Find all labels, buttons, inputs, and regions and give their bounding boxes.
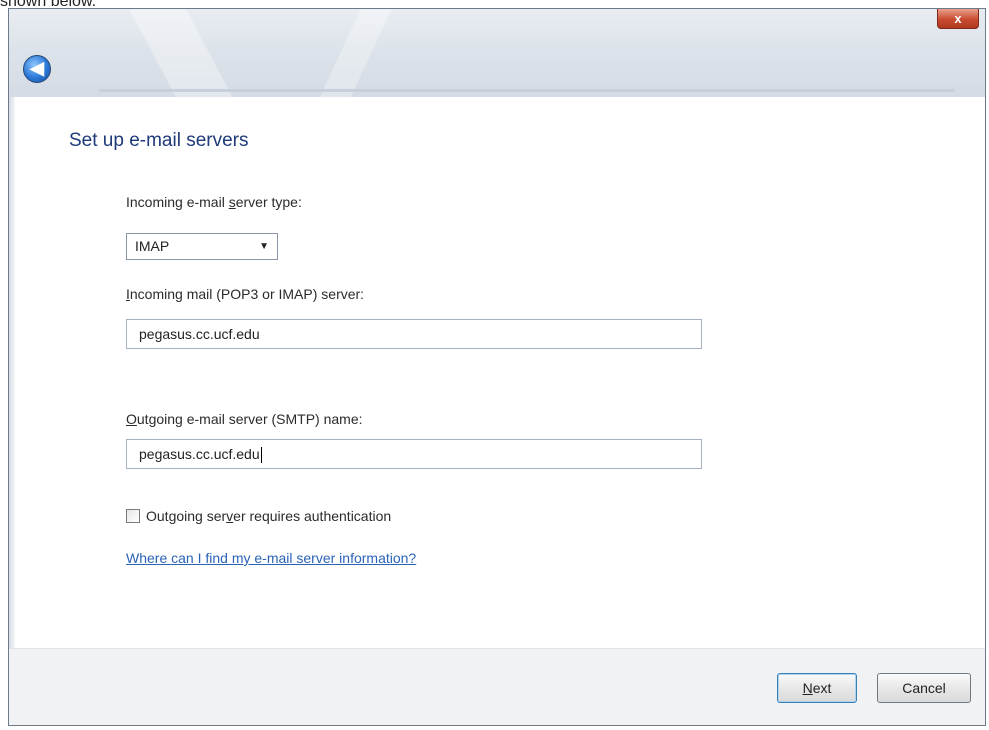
next-label: ext [812, 680, 832, 696]
server-type-select[interactable]: IMAP ▼ [126, 233, 278, 260]
outgoing-label-hotkey: O [126, 411, 137, 427]
cancel-button[interactable]: Cancel [877, 673, 971, 703]
wizard-footer: Next Cancel [9, 648, 985, 725]
wizard-content: Set up e-mail servers Incoming e-mail se… [15, 97, 985, 649]
glass-streak [310, 9, 396, 97]
outgoing-server-value: pegasus.cc.ucf.edu [139, 446, 260, 462]
page-title: Set up e-mail servers [69, 130, 249, 151]
auth-checkbox-label[interactable]: Outgoing server requires authentication [146, 508, 391, 524]
next-button[interactable]: Next [777, 673, 857, 703]
chevron-down-icon: ▼ [259, 241, 269, 252]
server-type-value: IMAP [135, 238, 170, 254]
setup-wizard-window: x ◀ Set up e-mail servers Incoming e-mai… [8, 8, 986, 726]
incoming-label-post: ncoming mail (POP3 or IMAP) server: [129, 286, 365, 302]
server-type-label-post: erver type: [235, 194, 302, 210]
auth-label-post: er requires authentication [233, 508, 392, 524]
incoming-server-value: pegasus.cc.ucf.edu [139, 326, 260, 342]
server-type-label: Incoming e-mail server type: [126, 194, 302, 210]
outgoing-label-post: utgoing e-mail server (SMTP) name: [136, 411, 363, 427]
outgoing-server-label: Outgoing e-mail server (SMTP) name: [126, 411, 363, 427]
close-button[interactable]: x [937, 9, 979, 29]
auth-label-pre: Outgoing ser [146, 508, 227, 524]
text-caret [260, 447, 262, 464]
server-type-label-hotkey: s [228, 194, 236, 210]
incoming-server-label: Incoming mail (POP3 or IMAP) server: [126, 286, 364, 302]
incoming-server-field[interactable]: pegasus.cc.ucf.edu [126, 319, 702, 349]
auth-checkbox[interactable] [126, 509, 140, 523]
titlebar: x ◀ [9, 9, 985, 97]
glass-streak [129, 9, 239, 97]
next-hotkey: N [802, 680, 813, 696]
outgoing-server-field[interactable]: pegasus.cc.ucf.edu [126, 439, 702, 469]
server-info-help-link[interactable]: Where can I find my e-mail server inform… [126, 550, 416, 566]
server-type-label-pre: Incoming e-mail [126, 194, 229, 210]
back-arrow-icon[interactable]: ◀ [23, 55, 51, 83]
address-bar-edge [99, 89, 955, 92]
